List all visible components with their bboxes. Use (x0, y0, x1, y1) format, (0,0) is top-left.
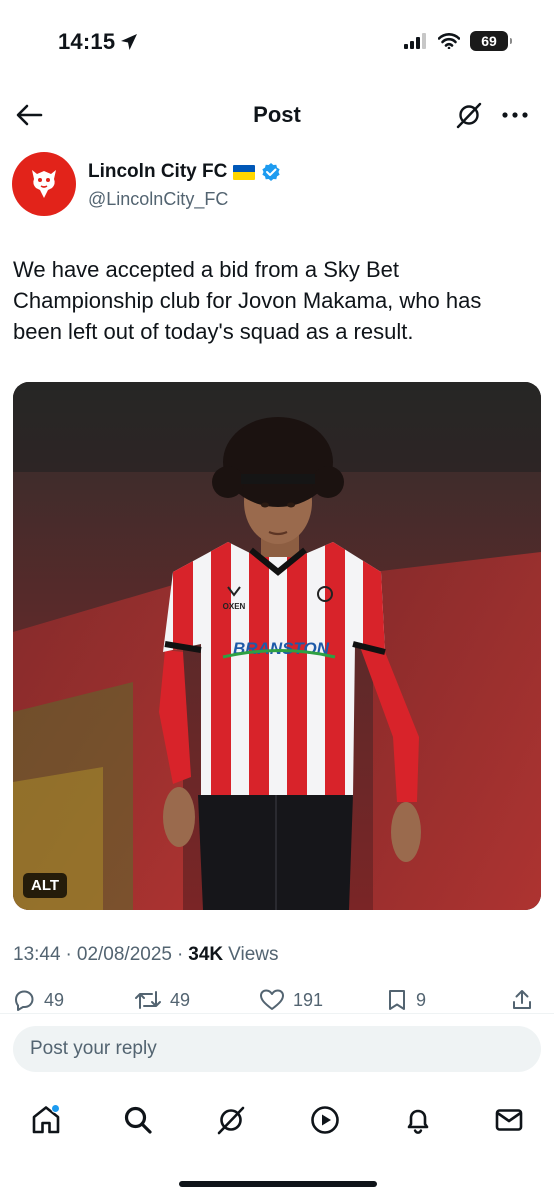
more-horizontal-icon (502, 112, 528, 118)
home-notification-dot (51, 1104, 60, 1113)
wifi-icon (438, 33, 460, 49)
tab-search[interactable] (118, 1100, 158, 1140)
divider (0, 1013, 554, 1014)
share-icon (513, 990, 531, 1009)
status-bar: 14:15 69 (0, 0, 554, 84)
like-button[interactable]: 191 (259, 988, 323, 1012)
author-row: Lincoln City FC @LincolnCity_FC (12, 152, 542, 218)
battery-level: 69 (481, 33, 497, 49)
views-label: Views (228, 944, 279, 965)
battery-indicator: 69 (470, 31, 512, 51)
heart-icon (260, 989, 284, 1010)
tweet-meta: 13:44 · 02/08/2025 · 34K Views (13, 944, 279, 966)
alt-badge[interactable]: ALT (23, 873, 68, 898)
repost-count: 49 (170, 989, 191, 1010)
author-display-name: Lincoln City FC (88, 161, 228, 182)
status-time: 14:15 (58, 29, 139, 55)
reply-icon (15, 990, 34, 1011)
grok-icon (456, 102, 482, 129)
tab-grok[interactable] (211, 1100, 251, 1140)
play-circle-icon (311, 1106, 339, 1134)
grok-icon (217, 1106, 245, 1135)
repost-icon (135, 991, 161, 1009)
tab-video[interactable] (305, 1100, 345, 1140)
grok-button[interactable] (454, 100, 484, 130)
verified-badge-icon (262, 163, 280, 181)
shirt-sponsor-text: BRANSTON (233, 639, 330, 658)
cellular-signal-icon (404, 33, 426, 49)
home-indicator[interactable] (179, 1181, 377, 1187)
reply-input[interactable]: Post your reply (13, 1026, 541, 1072)
tweet-time: 13:44 (13, 944, 61, 965)
tab-home[interactable] (26, 1100, 66, 1140)
club-crest-icon (32, 170, 56, 198)
more-options-button[interactable] (498, 100, 532, 130)
tweet-date: 02/08/2025 (76, 944, 172, 965)
author-handle[interactable]: @LincolnCity_FC (88, 189, 228, 210)
views-count[interactable]: 34K (188, 944, 223, 966)
tab-messages[interactable] (489, 1100, 529, 1140)
ukraine-flag-icon (233, 164, 256, 180)
bookmark-icon (389, 990, 405, 1010)
search-icon (124, 1106, 152, 1134)
mail-icon (495, 1109, 523, 1131)
tab-notifications[interactable] (398, 1100, 438, 1140)
reply-button[interactable]: 49 (12, 988, 64, 1012)
player-photo: BRANSTON OXEN (13, 382, 541, 910)
location-arrow-icon (121, 34, 138, 50)
repost-button[interactable]: 49 (134, 988, 190, 1012)
author-name[interactable]: Lincoln City FC (88, 161, 281, 183)
share-button[interactable] (510, 988, 534, 1012)
tweet-text: We have accepted a bid from a Sky Bet Ch… (13, 257, 482, 344)
bell-icon (407, 1109, 429, 1134)
status-icons: 69 (404, 31, 512, 51)
status-time-text: 14:15 (58, 29, 116, 54)
meta-separator: · (65, 944, 72, 965)
bookmark-count: 9 (416, 989, 427, 1010)
meta-separator-2: · (176, 944, 184, 965)
bottom-tab-bar (0, 1090, 554, 1150)
avatar[interactable] (12, 152, 76, 216)
tweet-image[interactable]: BRANSTON OXEN ALT (13, 382, 541, 910)
like-count: 191 (293, 989, 324, 1010)
kit-maker-text: OXEN (223, 602, 246, 611)
post-header: Post (0, 90, 554, 140)
reply-count: 49 (44, 989, 65, 1010)
reply-placeholder: Post your reply (30, 1038, 157, 1059)
bookmark-button[interactable]: 9 (386, 988, 426, 1012)
